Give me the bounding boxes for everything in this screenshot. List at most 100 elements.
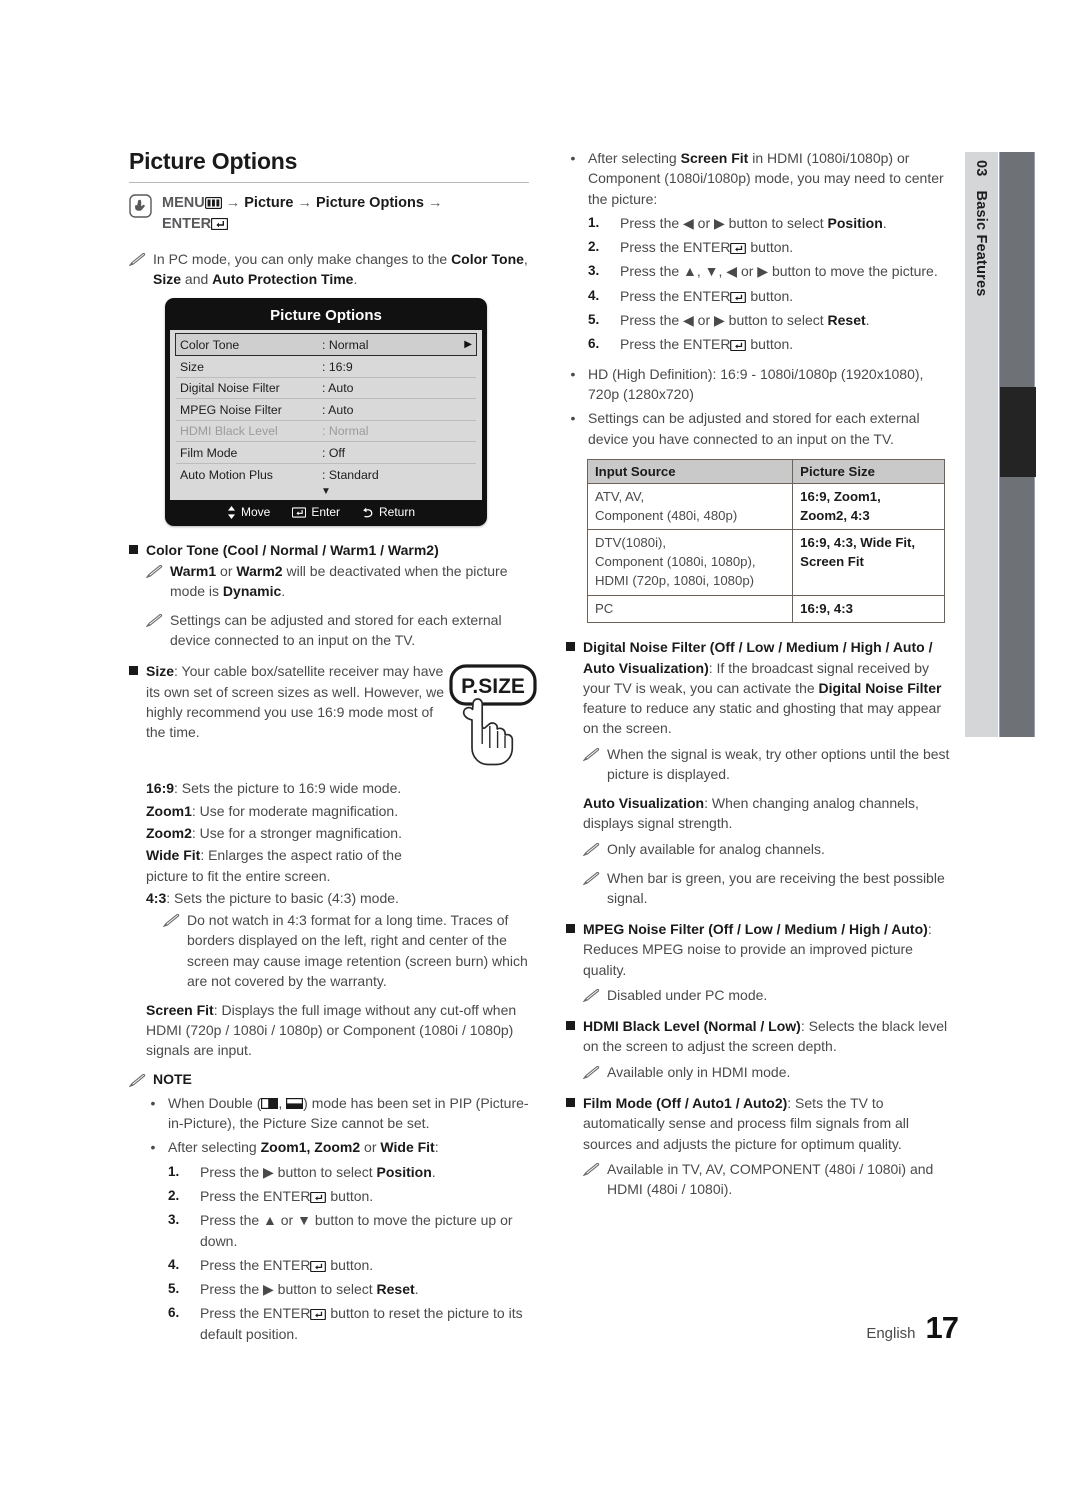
step-text: Press the ▲, ▼, ◀ or ▶ button to move th… [620,261,958,281]
tv-menu-row[interactable]: Color Tone: Normal ▶ [175,333,477,357]
enter-return-icon [310,1309,327,1321]
square-bullet-icon [566,1097,575,1107]
step-text-emphasis: Position [376,1163,432,1180]
step-text-part: Press the ENTER [620,239,731,256]
step-text-part: button. [326,1256,374,1273]
tv-menu-row-label: HDMI Black Level [180,424,278,439]
bullet-dot-icon: • [570,150,576,166]
settings-stored-bullet: • Settings can be adjusted and stored fo… [566,408,958,449]
manual-page: 03 Basic Features Picture Options MENU →… [0,0,1080,1494]
fm-note-text: Available in TV, AV, COMPONENT (480i / 1… [607,1160,934,1197]
table-header-input-source: Input Source [586,458,794,484]
step-text: Press the ENTER button. [200,1255,529,1275]
chapter-side-tab: 03 Basic Features [965,152,998,737]
numbered-step: 6. Press the ENTER button. [588,334,958,354]
tv-menu-row-label: MPEG Noise Filter [180,402,282,417]
menu-path-row: MENU → Picture → Picture Options → ENTER [129,193,529,235]
step-text-part: . [865,312,870,329]
color-tone-note-1: Warm1 or Warm2 will be deactivated when … [146,561,529,601]
size-option: 16:9: Sets the picture to 16:9 wide mode… [146,778,446,798]
tv-menu-row-label: Film Mode [180,445,238,460]
table-row: ATV, AV, Component (480i, 480p) 16:9, Zoom… [586,482,945,531]
menu-path-arrow-1: → [225,195,241,211]
ct-n1-t3: . [281,582,286,599]
ct-n1-b1: Warm1 [170,562,217,579]
step-text: Press the ◀ or ▶ button to select Reset. [620,310,958,330]
tv-menu-row[interactable]: Digital Noise Filter: Auto [176,378,476,400]
tv-menu-row[interactable]: HDMI Black Level: Normal [176,421,476,443]
tv-menu-row[interactable]: Auto Motion Plus: Standard [176,464,476,486]
step-number: 6. [168,1305,180,1321]
menu-path-enter-label: ENTER [162,216,212,233]
step-text-part: button. [326,1187,374,1204]
tv-menu-row-value: : 16:9 [322,359,353,374]
step-text-part: . [431,1163,436,1180]
dnf-t2: feature to reduce any static and ghostin… [583,700,942,737]
table-cell-picture-size: 16:9, 4:3 [792,594,945,624]
tv-menu-scroll-down[interactable]: ▼ [170,485,482,501]
pc-mode-note-text: In PC mode, you can only make changes to… [153,249,529,289]
tv-menu-row-value: : Normal [322,337,369,352]
step-text-emphasis: Reset [376,1281,415,1298]
tv-menu-nav: Move Enter Return [170,500,482,526]
tv-menu-row[interactable]: Film Mode : Off [176,442,476,464]
step-text: Press the ENTER button. [620,237,958,257]
size-warning-note-wrap: Do not watch in 4:3 format for a long ti… [163,910,529,991]
table-cell-line: 16:9, Zoom1, [800,488,881,504]
pip-double-right-icon [286,1097,304,1109]
enter-return-icon [211,218,229,231]
pencil-note-icon [146,564,163,578]
step-text-emphasis: Reset [827,312,866,329]
table-cell-line: 16:9, 4:3, Wide Fit, [800,535,916,551]
screen-fit-steps: 1. Press the ◀ or ▶ button to select Posi… [588,213,958,355]
bullet-dot-icon: • [570,365,576,382]
pc-note-b1: Color Tone [451,251,524,268]
color-tone-note-1-text: Warm1 or Warm2 will be deactivated when … [170,561,529,601]
square-bullet-icon [566,924,575,934]
hdmi-black-level-text: HDMI Black Level (Normal / Low): Selects… [583,1016,958,1057]
menu-grid-icon [204,197,222,209]
film-mode-text: Film Mode (Off / Auto1 / Auto2): Sets th… [583,1093,958,1154]
table-cell-input-source: DTV(1080i), Component (1080i, 1080p), HDMI… [586,529,794,596]
size-option: Zoom1: Use for moderate magnification. [146,801,446,821]
hd-definition-bullet: • HD (High Definition): 16:9 - 1080i/108… [566,364,958,405]
chapter-number: 03 [973,160,990,177]
note-bullet-double-mode: • When Double (, ) mode has been set in … [146,1093,529,1134]
tv-menu-screenshot: Picture Options Color Tone: Normal ▶ Size:… [165,298,487,527]
enter-return-icon [730,340,747,352]
note-bullet-after-selecting-text: After selecting Zoom1, Zoom2 or Wide Fit… [168,1137,529,1157]
tv-menu-row-value: : Auto [322,402,354,417]
step-number: 3. [168,1212,180,1228]
pencil-note-icon [146,613,163,627]
chevron-right-icon[interactable]: ▶ [464,339,472,350]
hbl-note-wrap: Available only in HDMI mode. [583,1062,958,1082]
ct-n1-b3: Dynamic [222,582,282,599]
as-b1: Zoom1, Zoom2 [260,1139,361,1156]
pencil-note-icon [129,1073,146,1087]
step-text: Press the ENTER button to reset the pict… [200,1303,529,1344]
tv-menu-row[interactable]: Size: 16:9 [176,356,476,378]
note-steps: 1. Press the ▶ button to select Position.… [168,1162,529,1344]
step-number: 3. [588,263,600,279]
left-column: Picture Options MENU → Picture → Picture… [129,148,537,1348]
size-options: 16:9: Sets the picture to 16:9 wide mode… [146,778,446,908]
ct-n1-b2: Warm2 [236,562,283,579]
step-text-part: Press the ENTER [620,287,731,304]
note-bullet-double-mode-text: When Double (, ) mode has been set in PI… [168,1093,529,1134]
tv-menu-nav-return: Return [362,505,415,519]
size-option-desc: : Use for a stronger magnification. [191,825,402,842]
step-text-part: Press the ENTER [200,1187,311,1204]
numbered-step: 4. Press the ENTER button. [588,286,958,306]
tv-menu-row-value: : Off [322,445,346,460]
numbered-step: 5. Press the ◀ or ▶ button to select Rese… [588,310,958,330]
step-number: 4. [588,287,600,303]
bullet-dot-icon: • [570,410,576,427]
size-option-name: 16:9 [146,780,175,797]
square-bullet-icon [566,1021,575,1031]
tv-menu-nav-enter: Enter [292,505,340,519]
fm-note-wrap: Available in TV, AV, COMPONENT (480i / 1… [583,1159,958,1199]
size-option-desc: : Sets the picture to basic (4:3) mode. [166,889,399,906]
pencil-note-icon [583,871,600,885]
hbl-note-text: Available only in HDMI mode. [607,1063,791,1080]
tv-menu-row[interactable]: MPEG Noise Filter : Auto [176,399,476,421]
